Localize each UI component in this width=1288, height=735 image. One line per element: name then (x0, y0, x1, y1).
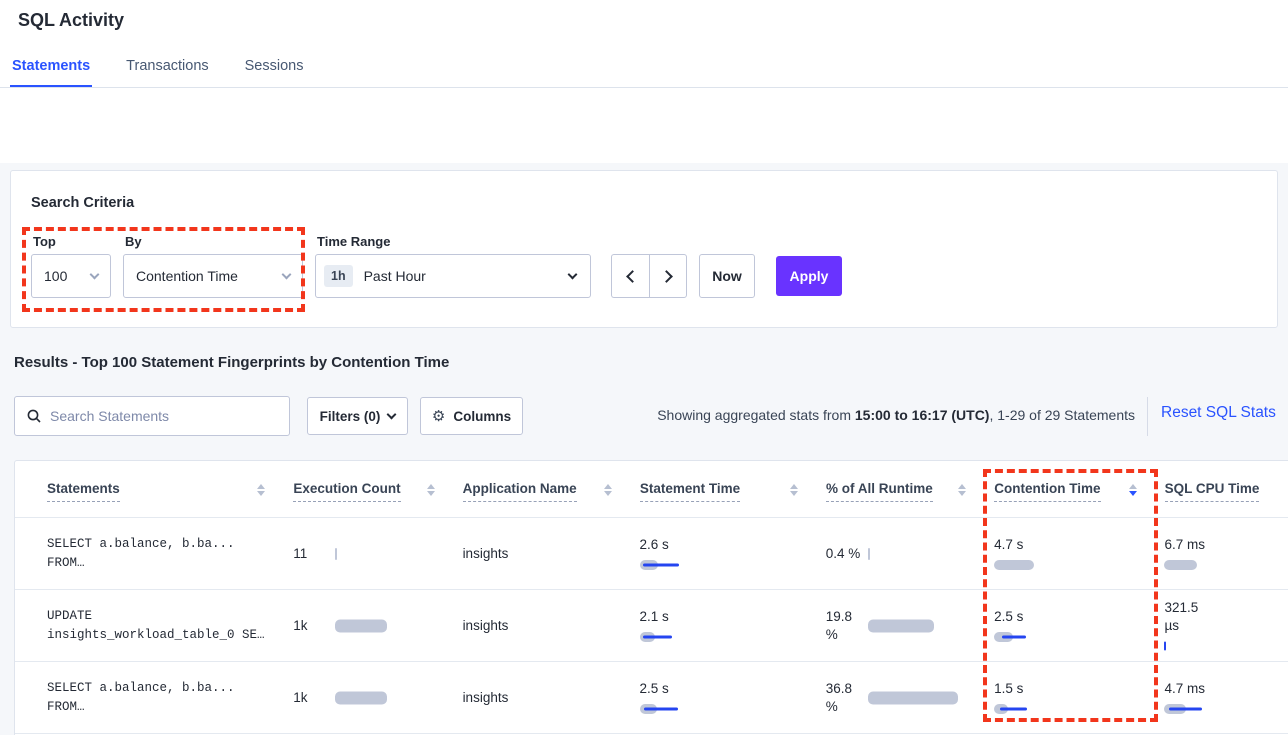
statement-link[interactable]: UPDATE insights_workload_table_0 SE… (47, 590, 293, 661)
statement-time-bar (640, 702, 798, 715)
filters-button[interactable]: Filters (0) (307, 397, 408, 435)
columns-label: Columns (453, 409, 511, 424)
table-row: SELECT a.balance, b.ba... FROM… 1k insig… (15, 662, 1288, 734)
execution-count-cell: 1k (293, 590, 462, 661)
chevron-down-icon (387, 410, 397, 420)
results-heading: Results - Top 100 Statement Fingerprints… (14, 354, 449, 371)
chevron-down-icon (90, 270, 100, 280)
contention-time-cell: 1.5 s (994, 662, 1164, 733)
tab-transactions[interactable]: Transactions (124, 58, 210, 88)
time-range-field-label: Time Range (317, 234, 390, 249)
sql-cpu-time-bar (1164, 558, 1288, 571)
time-range-value: Past Hour (364, 268, 426, 284)
chevron-down-icon (568, 270, 578, 280)
sort-icon[interactable] (1129, 484, 1137, 496)
statement-time-bar (640, 630, 798, 643)
statement-time-cell: 2.6 s (640, 518, 826, 589)
columns-button[interactable]: Columns (420, 397, 523, 435)
next-time-button[interactable] (649, 254, 687, 298)
application-name-cell: insights (463, 590, 640, 661)
by-select[interactable]: Contention Time (123, 254, 303, 298)
top-select-value: 100 (44, 268, 67, 284)
sort-icon[interactable] (790, 484, 798, 496)
runtime-pct-bar (868, 619, 966, 632)
contention-time-cell: 2.5 s (994, 590, 1164, 661)
column-header-contention-time[interactable]: Contention Time (994, 461, 1164, 517)
column-header-sql-cpu-time[interactable]: SQL CPU Time (1165, 461, 1288, 517)
top-select[interactable]: 100 (31, 254, 111, 298)
tab-bar: Statements Transactions Sessions (10, 58, 305, 88)
execution-count-cell: 1k (293, 662, 462, 733)
page-header: SQL Activity Statements Transactions Ses… (0, 0, 1288, 163)
column-header-execution-count[interactable]: Execution Count (293, 461, 462, 517)
execution-count-bar (335, 619, 434, 632)
statement-time-cell: 2.5 s (640, 662, 826, 733)
column-header-statements[interactable]: Statements (47, 461, 293, 517)
now-button[interactable]: Now (699, 254, 755, 298)
contention-time-cell: 4.7 s (994, 518, 1164, 589)
by-select-value: Contention Time (136, 268, 238, 284)
statement-link[interactable]: SELECT a.balance, b.ba... FROM… (47, 518, 293, 589)
execution-count-bar (335, 691, 434, 704)
column-header-statement-time[interactable]: Statement Time (640, 461, 826, 517)
toolbar-divider (1147, 397, 1148, 436)
statement-link[interactable]: SELECT a.balance, b.ba... FROM… (47, 662, 293, 733)
aggregated-stats-text: Showing aggregated stats from 15:00 to 1… (657, 407, 1135, 423)
stats-time-range: 15:00 to 16:17 (UTC) (855, 407, 990, 423)
search-icon (27, 409, 41, 423)
statement-search-box (14, 396, 290, 436)
sort-icon[interactable] (427, 484, 435, 496)
runtime-pct-cell: 19.8% (826, 590, 994, 661)
by-field-label: By (125, 234, 142, 249)
table-row: SELECT a.balance, b.ba... FROM… 11 insig… (15, 518, 1288, 590)
contention-time-bar (994, 558, 1136, 571)
sql-cpu-time-bar (1164, 639, 1288, 652)
execution-count-cell: 11 (293, 518, 462, 589)
tab-sessions[interactable]: Sessions (243, 58, 306, 88)
view-toggle-band: Statement Fingerprints Active Executions… (0, 88, 1288, 163)
execution-count-bar (335, 547, 434, 560)
previous-time-button[interactable] (611, 254, 649, 298)
runtime-pct-cell: 0.4 % (826, 518, 994, 589)
sql-cpu-time-bar (1164, 702, 1288, 715)
chevron-right-icon (660, 270, 673, 283)
statement-time-bar (640, 558, 798, 571)
application-name-cell: insights (463, 662, 640, 733)
apply-button[interactable]: Apply (776, 256, 842, 296)
sql-cpu-time-cell: 6.7 ms (1164, 518, 1288, 589)
sort-icon[interactable] (604, 484, 612, 496)
search-input[interactable] (50, 408, 277, 424)
tab-statements[interactable]: Statements (10, 58, 92, 88)
runtime-pct-bar (868, 547, 966, 560)
search-criteria-heading: Search Criteria (31, 195, 134, 211)
sort-icon[interactable] (257, 484, 265, 496)
table-row: UPDATE insights_workload_table_0 SE… 1k … (15, 590, 1288, 662)
contention-time-bar (994, 702, 1136, 715)
column-header-application-name[interactable]: Application Name (463, 461, 640, 517)
statements-table: Statements Execution Count Application N… (14, 460, 1288, 735)
application-name-cell: insights (463, 518, 640, 589)
time-range-badge: 1h (324, 265, 353, 287)
runtime-pct-cell: 36.8% (826, 662, 994, 733)
table-header-row: Statements Execution Count Application N… (15, 461, 1288, 518)
statement-time-cell: 2.1 s (640, 590, 826, 661)
column-header-runtime-pct[interactable]: % of All Runtime (826, 461, 994, 517)
chevron-down-icon (282, 270, 292, 280)
sort-icon[interactable] (958, 484, 966, 496)
sql-cpu-time-cell: 4.7 ms (1164, 662, 1288, 733)
page-title: SQL Activity (18, 10, 124, 31)
top-field-label: Top (33, 234, 56, 249)
search-criteria-card: Search Criteria Top By Time Range 100 Co… (10, 170, 1278, 328)
filters-label: Filters (0) (320, 409, 381, 424)
time-range-select[interactable]: 1h Past Hour (315, 254, 591, 298)
chevron-left-icon (626, 270, 639, 283)
contention-time-bar (994, 630, 1136, 643)
reset-sql-stats-link[interactable]: Reset SQL Stats (1161, 404, 1276, 422)
gear-icon (432, 407, 445, 425)
runtime-pct-bar (868, 691, 966, 704)
sql-cpu-time-cell: 321.5 µs (1164, 590, 1288, 661)
time-range-arrows (611, 254, 687, 298)
